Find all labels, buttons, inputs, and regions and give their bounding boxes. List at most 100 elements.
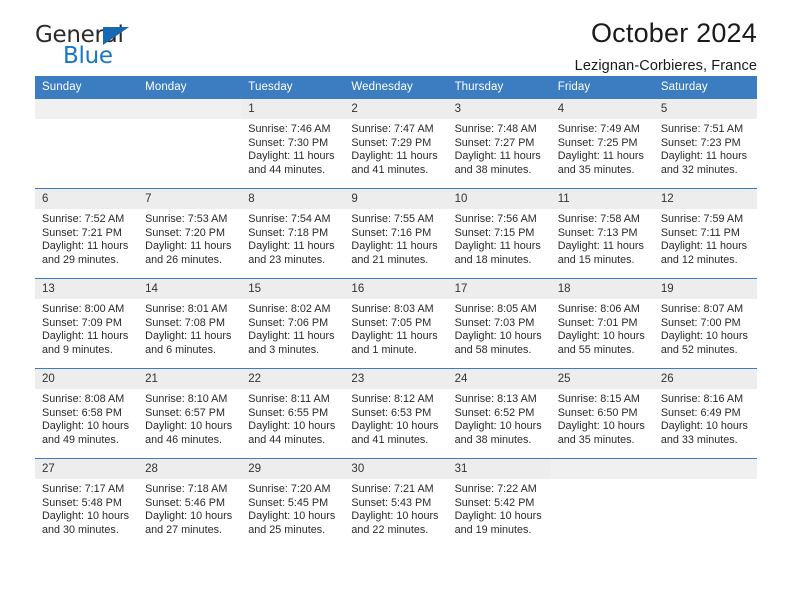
calendar-day-cell[interactable]: 25 Sunrise: 8:15 AM Sunset: 6:50 PM Dayligh… xyxy=(550,368,654,459)
calendar-week-row: 6 Sunrise: 7:52 AM Sunset: 7:21 PM Daylight… xyxy=(35,188,757,279)
calendar-day-cell[interactable]: 23 Sunrise: 8:12 AM Sunset: 6:53 PM Dayligh… xyxy=(344,368,448,459)
calendar-day-cell[interactable]: 20 Sunrise: 8:08 AM Sunset: 6:58 PM Dayligh… xyxy=(35,368,139,459)
daylight-text-line2: and 55 minutes. xyxy=(557,343,635,356)
sunset-text: Sunset: 7:13 PM xyxy=(557,226,638,239)
calendar-day-cell[interactable]: 6 Sunrise: 7:52 AM Sunset: 7:21 PM Daylight… xyxy=(35,188,139,279)
sunrise-text: Sunrise: 7:53 AM xyxy=(145,213,228,225)
calendar-day-cell[interactable]: 29 Sunrise: 7:20 AM Sunset: 5:45 PM Dayligh… xyxy=(241,458,345,548)
calendar-day-cell[interactable]: 14 Sunrise: 8:01 AM Sunset: 7:08 PM Dayligh… xyxy=(138,278,242,369)
calendar-day-cell[interactable]: 26 Sunrise: 8:16 AM Sunset: 6:49 PM Dayligh… xyxy=(653,368,757,459)
weekday-header-friday: Friday xyxy=(550,76,654,99)
day-number: 27 xyxy=(35,459,139,479)
calendar-week-row: 13 Sunrise: 8:00 AM Sunset: 7:09 PM Dayligh… xyxy=(35,278,757,369)
calendar-day-cell[interactable]: 3 Sunrise: 7:48 AM Sunset: 7:27 PM Daylight… xyxy=(447,98,551,189)
calendar-day-cell[interactable]: 22 Sunrise: 8:11 AM Sunset: 6:55 PM Dayligh… xyxy=(241,368,345,459)
calendar-day-cell[interactable]: 16 Sunrise: 8:03 AM Sunset: 7:05 PM Dayligh… xyxy=(344,278,448,369)
sunrise-text: Sunrise: 8:13 AM xyxy=(454,393,537,405)
day-details: Sunrise: 8:05 AM Sunset: 7:03 PM Daylight:… xyxy=(448,299,551,357)
calendar-day-cell[interactable]: 30 Sunrise: 7:21 AM Sunset: 5:43 PM Dayligh… xyxy=(344,458,448,548)
calendar-day-cell[interactable]: 11 Sunrise: 7:58 AM Sunset: 7:13 PM Dayligh… xyxy=(550,188,654,279)
day-number: 22 xyxy=(241,369,345,389)
daylight-text-line1: Daylight: 10 hours xyxy=(248,420,336,433)
calendar-day-cell[interactable]: 19 Sunrise: 8:07 AM Sunset: 7:00 PM Dayligh… xyxy=(653,278,757,369)
sunrise-text: Sunrise: 8:15 AM xyxy=(557,393,640,405)
calendar-day-cell[interactable]: 1 Sunrise: 7:46 AM Sunset: 7:30 PM Daylight… xyxy=(241,98,345,189)
daylight-text-line1: Daylight: 11 hours xyxy=(660,240,748,253)
day-details: Sunrise: 7:22 AM Sunset: 5:42 PM Daylight:… xyxy=(448,479,551,537)
daylight-text-line1: Daylight: 11 hours xyxy=(42,330,129,343)
daylight-text-line1: Daylight: 11 hours xyxy=(557,150,644,163)
day-details: Sunrise: 8:01 AM Sunset: 7:08 PM Daylight:… xyxy=(138,299,241,357)
day-details: Sunrise: 7:52 AM Sunset: 7:21 PM Daylight:… xyxy=(35,209,138,267)
daylight-text-line2: and 21 minutes. xyxy=(351,253,429,266)
calendar-day-cell[interactable]: 2 Sunrise: 7:47 AM Sunset: 7:29 PM Daylight… xyxy=(344,98,448,189)
day-number: 11 xyxy=(550,189,654,209)
sunrise-text: Sunrise: 7:54 AM xyxy=(248,213,331,225)
day-number: 4 xyxy=(550,99,654,119)
weekday-header-thursday: Thursday xyxy=(447,76,551,99)
day-details: Sunrise: 8:00 AM Sunset: 7:09 PM Daylight:… xyxy=(35,299,138,357)
day-number: 30 xyxy=(344,459,448,479)
calendar-week-row: 20 Sunrise: 8:08 AM Sunset: 6:58 PM Dayligh… xyxy=(35,368,757,459)
daylight-text-line2: and 33 minutes. xyxy=(660,433,738,446)
sunrise-text: Sunrise: 8:03 AM xyxy=(351,303,434,315)
day-details: Sunrise: 7:18 AM Sunset: 5:46 PM Daylight:… xyxy=(138,479,241,537)
sunrise-text: Sunrise: 7:48 AM xyxy=(454,123,537,135)
sunset-text: Sunset: 7:03 PM xyxy=(454,316,535,329)
sunset-text: Sunset: 6:52 PM xyxy=(454,406,535,419)
daylight-text-line2: and 44 minutes. xyxy=(248,163,326,176)
daylight-text-line1: Daylight: 11 hours xyxy=(660,150,748,163)
daylight-text-line1: Daylight: 10 hours xyxy=(557,330,645,343)
calendar-day-cell[interactable]: 13 Sunrise: 8:00 AM Sunset: 7:09 PM Dayligh… xyxy=(35,278,139,369)
calendar-day-cell[interactable]: 8 Sunrise: 7:54 AM Sunset: 7:18 PM Daylight… xyxy=(241,188,345,279)
calendar-day-cell[interactable]: 15 Sunrise: 8:02 AM Sunset: 7:06 PM Dayligh… xyxy=(241,278,345,369)
sunrise-text: Sunrise: 7:52 AM xyxy=(42,213,125,225)
calendar-day-cell[interactable]: 5 Sunrise: 7:51 AM Sunset: 7:23 PM Daylight… xyxy=(653,98,757,189)
sunset-text: Sunset: 7:18 PM xyxy=(248,226,329,239)
daylight-text-line1: Daylight: 10 hours xyxy=(248,510,336,523)
calendar-day-cell[interactable]: 17 Sunrise: 8:05 AM Sunset: 7:03 PM Dayligh… xyxy=(447,278,551,369)
sunrise-text: Sunrise: 8:01 AM xyxy=(145,303,228,315)
sunrise-text: Sunrise: 7:22 AM xyxy=(454,483,537,495)
calendar-day-cell[interactable]: 12 Sunrise: 7:59 AM Sunset: 7:11 PM Dayligh… xyxy=(653,188,757,279)
sunset-text: Sunset: 7:20 PM xyxy=(145,226,225,239)
day-number: 12 xyxy=(653,189,757,209)
calendar-day-cell[interactable]: 4 Sunrise: 7:49 AM Sunset: 7:25 PM Daylight… xyxy=(550,98,654,189)
calendar-cell-empty xyxy=(550,458,654,548)
calendar-day-cell[interactable]: 21 Sunrise: 8:10 AM Sunset: 6:57 PM Dayligh… xyxy=(138,368,242,459)
daylight-text-line1: Daylight: 10 hours xyxy=(145,420,233,433)
calendar-day-cell[interactable]: 31 Sunrise: 7:22 AM Sunset: 5:42 PM Dayligh… xyxy=(447,458,551,548)
sunset-text: Sunset: 7:15 PM xyxy=(454,226,535,239)
calendar-week-row: 1 Sunrise: 7:46 AM Sunset: 7:30 PM Daylight… xyxy=(35,98,757,189)
day-number: 15 xyxy=(241,279,345,299)
calendar-day-cell[interactable]: 7 Sunrise: 7:53 AM Sunset: 7:20 PM Daylight… xyxy=(138,188,242,279)
daylight-text-line2: and 46 minutes. xyxy=(145,433,222,446)
calendar-day-cell[interactable]: 27 Sunrise: 7:17 AM Sunset: 5:48 PM Dayligh… xyxy=(35,458,139,548)
daylight-text-line2: and 22 minutes. xyxy=(351,523,429,536)
daylight-text-line2: and 26 minutes. xyxy=(145,253,222,266)
daylight-text-line1: Daylight: 10 hours xyxy=(660,330,748,343)
day-number: 23 xyxy=(344,369,448,389)
daylight-text-line1: Daylight: 10 hours xyxy=(145,510,233,523)
calendar-day-cell[interactable]: 9 Sunrise: 7:55 AM Sunset: 7:16 PM Daylight… xyxy=(344,188,448,279)
day-number: 10 xyxy=(447,189,551,209)
calendar-week-row: 27 Sunrise: 7:17 AM Sunset: 5:48 PM Dayligh… xyxy=(35,458,757,548)
sunset-text: Sunset: 6:53 PM xyxy=(351,406,432,419)
calendar-day-cell[interactable]: 18 Sunrise: 8:06 AM Sunset: 7:01 PM Dayligh… xyxy=(550,278,654,369)
sunset-text: Sunset: 6:49 PM xyxy=(660,406,741,419)
day-details: Sunrise: 7:59 AM Sunset: 7:11 PM Daylight:… xyxy=(654,209,757,267)
weekday-header-wednesday: Wednesday xyxy=(344,76,448,99)
day-number: 26 xyxy=(653,369,757,389)
general-blue-logo[interactable]: General Blue xyxy=(35,24,155,72)
day-details: Sunrise: 7:48 AM Sunset: 7:27 PM Daylight:… xyxy=(448,119,551,177)
calendar-day-cell[interactable]: 24 Sunrise: 8:13 AM Sunset: 6:52 PM Dayligh… xyxy=(447,368,551,459)
daylight-text-line1: Daylight: 11 hours xyxy=(42,240,129,253)
sunset-text: Sunset: 7:29 PM xyxy=(351,136,432,149)
calendar-day-cell[interactable]: 10 Sunrise: 7:56 AM Sunset: 7:15 PM Dayligh… xyxy=(447,188,551,279)
day-details: Sunrise: 8:07 AM Sunset: 7:00 PM Daylight:… xyxy=(654,299,757,357)
sunrise-text: Sunrise: 7:58 AM xyxy=(557,213,640,225)
calendar-day-cell[interactable]: 28 Sunrise: 7:18 AM Sunset: 5:46 PM Dayligh… xyxy=(138,458,242,548)
sunset-text: Sunset: 7:16 PM xyxy=(351,226,432,239)
day-number: 9 xyxy=(344,189,448,209)
day-details: Sunrise: 8:02 AM Sunset: 7:06 PM Daylight:… xyxy=(241,299,344,357)
